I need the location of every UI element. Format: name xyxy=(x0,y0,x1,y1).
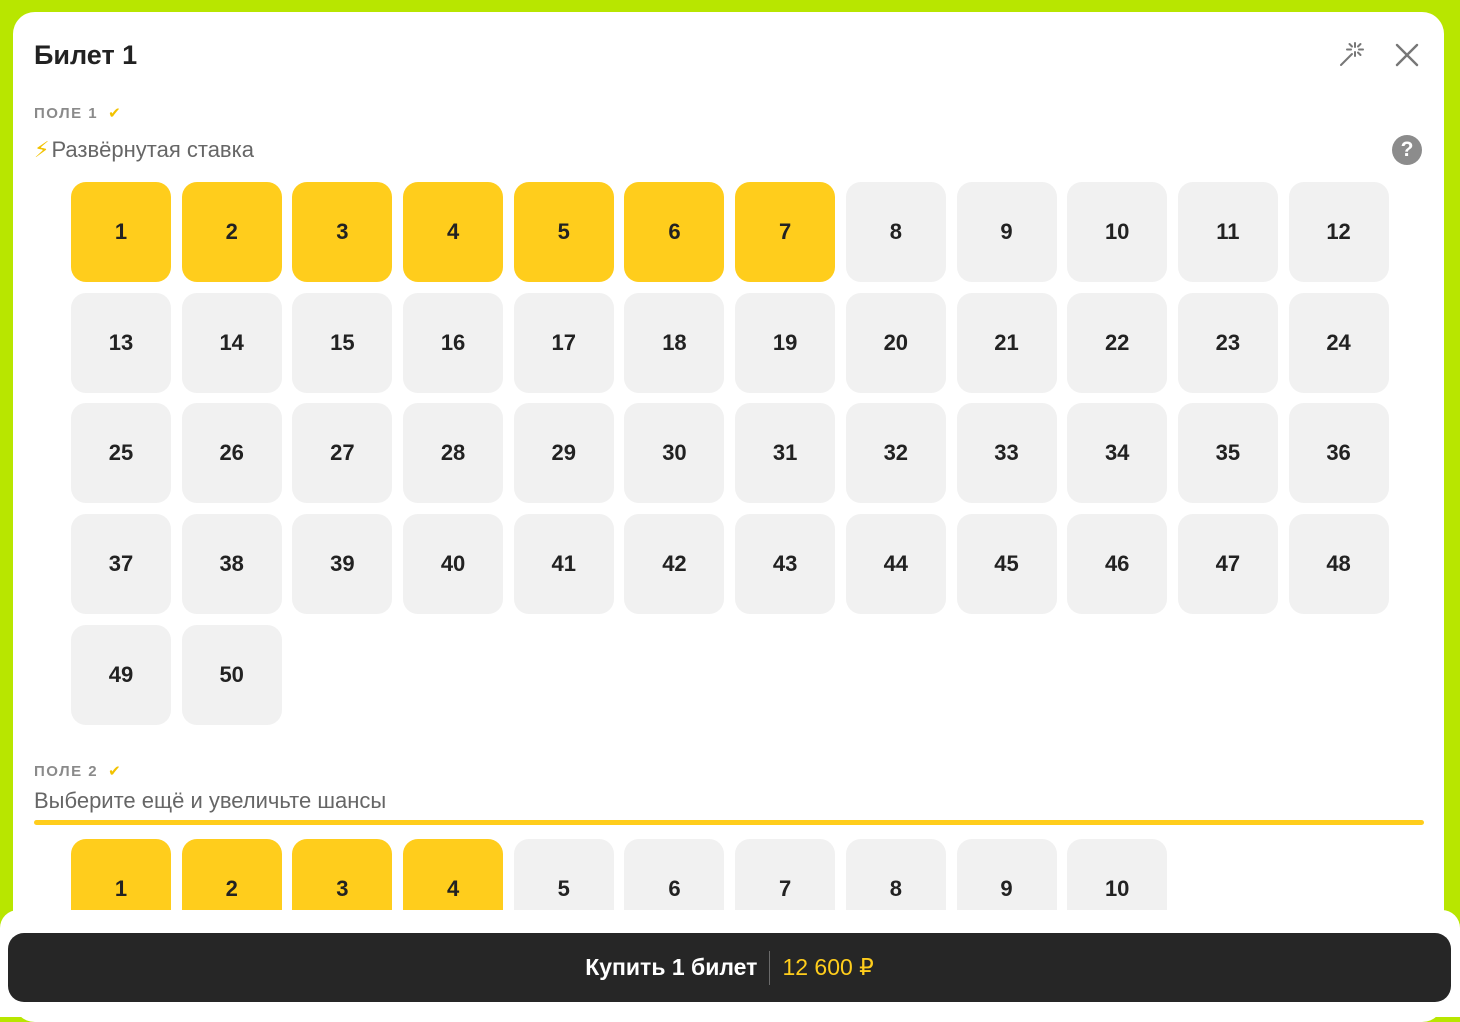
field1-number-cell[interactable]: 26 xyxy=(181,403,282,504)
field1-number-cell[interactable]: 21 xyxy=(956,292,1057,393)
field1-number-cell[interactable]: 15 xyxy=(292,292,393,393)
field1-number-cell[interactable]: 44 xyxy=(845,514,946,615)
close-icon[interactable] xyxy=(1390,38,1424,72)
field1-number-cell[interactable]: 33 xyxy=(956,403,1057,504)
field1-number-cell[interactable]: 49 xyxy=(71,624,171,725)
ticket-title: Билет 1 xyxy=(34,40,138,70)
field1-number-cell[interactable]: 30 xyxy=(624,403,725,504)
field1-number-cell[interactable]: 27 xyxy=(292,403,393,504)
field1-number-cell[interactable]: 29 xyxy=(513,403,614,504)
field1-number-cell[interactable]: 4 xyxy=(403,182,504,282)
field1-number-cell[interactable]: 28 xyxy=(403,403,504,504)
field1-check-icon: ✔ xyxy=(108,105,123,122)
field1-title: ПОЛЕ 1 xyxy=(34,104,99,122)
field1-number-cell[interactable]: 42 xyxy=(624,514,725,615)
field1-number-cell[interactable]: 22 xyxy=(1067,292,1168,393)
field1-number-cell[interactable]: 37 xyxy=(71,514,171,615)
field1-number-cell[interactable]: 39 xyxy=(292,514,393,615)
field1-number-cell[interactable]: 35 xyxy=(1177,403,1278,504)
field1-number-cell[interactable]: 43 xyxy=(735,514,836,615)
field1-number-cell[interactable]: 36 xyxy=(1288,403,1389,504)
field1-number-cell[interactable]: 12 xyxy=(1288,182,1389,282)
field2-progress-bar xyxy=(34,820,1424,825)
field1-number-cell[interactable]: 16 xyxy=(403,292,504,393)
lightning-icon: ⚡ xyxy=(34,137,50,162)
field1-number-cell[interactable]: 5 xyxy=(513,182,614,282)
field1-number-cell[interactable]: 18 xyxy=(624,292,725,393)
buy-separator xyxy=(769,950,771,985)
field2-label: ПОЛЕ 2 ✔ xyxy=(34,762,123,781)
field2-check-icon: ✔ xyxy=(108,763,123,780)
buy-label: Купить 1 билет xyxy=(585,954,758,980)
field1-number-grid: 1 2 3 4 5 6 7 8 9 10 11 12 13 14 15 16 17 18 19 20 21 22 23 24 2… xyxy=(71,182,1389,725)
field1-number-cell[interactable]: 48 xyxy=(1288,514,1389,615)
field1-number-cell[interactable]: 11 xyxy=(1177,182,1278,282)
field1-number-cell[interactable]: 32 xyxy=(845,403,946,504)
field1-label: ПОЛЕ 1 ✔ xyxy=(34,104,123,123)
field1-number-cell[interactable]: 6 xyxy=(624,182,725,282)
field1-number-cell[interactable]: 3 xyxy=(292,182,393,282)
field1-number-cell[interactable]: 38 xyxy=(181,514,282,615)
field1-number-cell[interactable]: 10 xyxy=(1067,182,1168,282)
field1-number-cell[interactable]: 14 xyxy=(181,292,282,393)
field1-number-cell[interactable]: 40 xyxy=(403,514,504,615)
field1-number-cell[interactable]: 13 xyxy=(71,292,171,393)
field1-number-cell[interactable]: 20 xyxy=(845,292,946,393)
field1-number-cell[interactable]: 2 xyxy=(181,182,282,282)
field2-title: ПОЛЕ 2 xyxy=(34,762,99,780)
field1-number-cell[interactable]: 41 xyxy=(513,514,614,615)
field1-number-cell[interactable]: 46 xyxy=(1067,514,1168,615)
field1-number-cell[interactable]: 47 xyxy=(1177,514,1278,615)
header-actions xyxy=(1334,38,1424,72)
field1-number-cell[interactable]: 1 xyxy=(71,182,171,282)
ticket-modal: Билет 1 ПОЛЕ 1 ✔ ⚡ Развёрнутая ставка ? … xyxy=(13,12,1444,1022)
buy-price: 12 600 ₽ xyxy=(782,954,874,980)
field1-number-cell[interactable]: 25 xyxy=(71,403,171,504)
field1-number-cell[interactable]: 8 xyxy=(845,182,946,282)
help-icon[interactable]: ? xyxy=(1392,135,1422,165)
field1-mode: ⚡ Развёрнутая ставка xyxy=(34,137,254,163)
field1-number-cell[interactable]: 45 xyxy=(956,514,1057,615)
buy-ticket-button[interactable]: Купить 1 билет 12 600 ₽ xyxy=(8,933,1451,1002)
field1-number-cell[interactable]: 17 xyxy=(513,292,614,393)
field2-hint: Выберите ещё и увеличьте шансы xyxy=(34,788,387,813)
field1-mode-label: Развёрнутая ставка xyxy=(51,137,254,162)
field1-number-cell[interactable]: 7 xyxy=(735,182,836,282)
field1-number-cell[interactable]: 31 xyxy=(735,403,836,504)
field1-number-cell[interactable]: 50 xyxy=(181,624,282,725)
field1-number-cell[interactable]: 24 xyxy=(1288,292,1389,393)
field1-number-cell[interactable]: 34 xyxy=(1067,403,1168,504)
field1-number-cell[interactable]: 19 xyxy=(735,292,836,393)
magic-wand-icon[interactable] xyxy=(1334,38,1368,72)
field1-number-cell[interactable]: 9 xyxy=(956,182,1057,282)
field1-number-cell[interactable]: 23 xyxy=(1177,292,1278,393)
